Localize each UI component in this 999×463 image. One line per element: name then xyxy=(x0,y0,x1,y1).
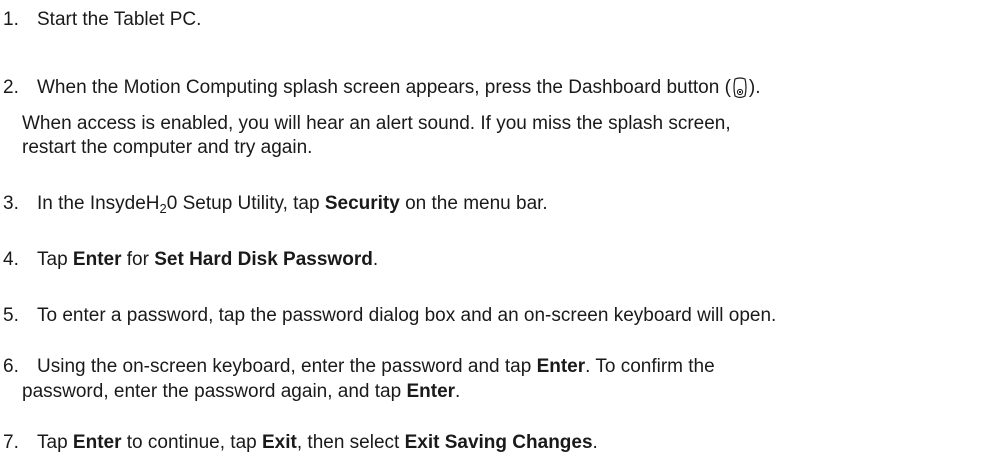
step-2: 2. When the Motion Computing splash scree… xyxy=(0,76,761,100)
step-number: 7. xyxy=(3,432,19,453)
exit-label: Exit xyxy=(262,432,297,453)
step-1: 1. Start the Tablet PC. xyxy=(0,8,201,32)
subscript-2: 2 xyxy=(159,201,167,216)
step-5: 5. To enter a password, tap the password … xyxy=(0,304,776,328)
step-text: . To confirm the xyxy=(585,356,715,377)
step-text: . xyxy=(455,381,461,402)
step-text: to continue, tap xyxy=(121,432,262,453)
enter-label: Enter xyxy=(536,356,586,377)
step-text: on the menu bar. xyxy=(399,193,548,214)
step-text: Tap xyxy=(37,432,73,453)
step-text: Start the Tablet PC. xyxy=(37,9,202,30)
enter-label: Enter xyxy=(72,432,122,453)
step-6: 6. Using the on-screen keyboard, enter th… xyxy=(0,355,715,379)
dashboard-button-icon xyxy=(732,77,748,99)
step-7: 7. Tap Enter to continue, tap Exit, then … xyxy=(0,431,598,455)
step-text: . xyxy=(592,432,598,453)
step-2-note-line-1: When access is enabled, you will hear an… xyxy=(22,113,731,134)
set-hard-disk-password-label: Set Hard Disk Password xyxy=(154,249,373,270)
step-number: 6. xyxy=(3,356,19,377)
step-text: When the Motion Computing splash screen … xyxy=(37,77,731,98)
step-4: 4. Tap Enter for Set Hard Disk Password. xyxy=(0,248,378,272)
step-number: 1. xyxy=(3,9,19,30)
step-text: Tap xyxy=(37,249,73,270)
step-text: 0 Setup Utility, tap xyxy=(166,193,325,214)
step-text: In the InsydeH xyxy=(37,193,160,214)
step-2-note-line-2: restart the computer and try again. xyxy=(22,137,313,158)
enter-label: Enter xyxy=(406,381,456,402)
step-text: for xyxy=(121,249,155,270)
step-text-end: ). xyxy=(748,77,761,98)
step-text: To enter a password, tap the password di… xyxy=(37,305,777,326)
exit-saving-changes-label: Exit Saving Changes xyxy=(404,432,593,453)
step-text: . xyxy=(372,249,379,270)
step-text: Using the on-screen keyboard, enter the … xyxy=(37,356,537,377)
step-text: password, enter the password again, and … xyxy=(22,381,407,402)
step-number: 2. xyxy=(3,77,19,98)
menu-security-label: Security xyxy=(324,193,400,214)
step-3: 3. In the InsydeH20 Setup Utility, tap Se… xyxy=(0,192,548,216)
step-number: 5. xyxy=(3,305,19,326)
step-number: 4. xyxy=(3,249,19,270)
instruction-document: 1. Start the Tablet PC. 2. When the Motion… xyxy=(0,0,999,463)
step-text: , then select xyxy=(296,432,405,453)
enter-label: Enter xyxy=(72,249,122,270)
step-number: 3. xyxy=(3,193,19,214)
step-6-line-2: password, enter the password again, and … xyxy=(0,380,460,404)
